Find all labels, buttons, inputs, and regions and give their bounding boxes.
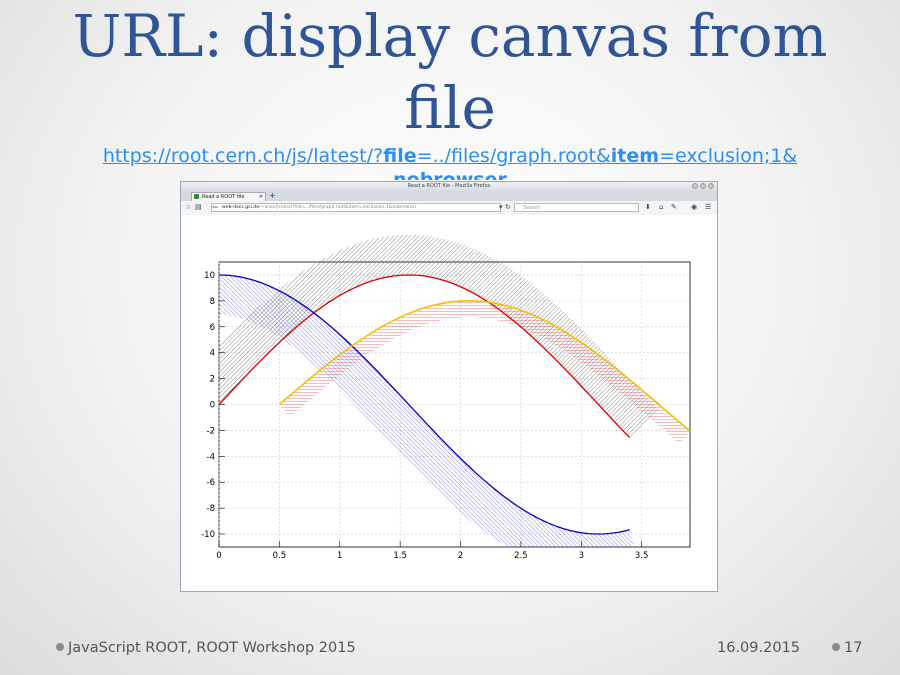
footer-date: 16.09.2015 xyxy=(717,640,801,656)
navigation-toolbar: ☆ ▤ ⇦ web-docs.gsi.de/~linev/js/dev/?fil… xyxy=(181,201,717,216)
slide-title: URL: display canvas from file xyxy=(72,2,828,142)
page-bullet-icon xyxy=(832,643,840,651)
url-host: web-docs.gsi.de xyxy=(222,205,260,210)
browser-titlebar: Read a ROOT file - Mozilla Firefox xyxy=(181,182,717,191)
bookmark-star-icon[interactable]: ☆ xyxy=(185,203,191,212)
y-tick-label: -6 xyxy=(207,478,215,488)
footer-bullet-icon xyxy=(56,643,64,651)
y-tick-label: -2 xyxy=(207,426,215,436)
address-bar[interactable]: web-docs.gsi.de/~linev/js/dev/?file=../f… xyxy=(211,203,501,212)
reload-icon[interactable]: ↻ xyxy=(505,203,511,212)
close-tab-icon[interactable]: ✕ xyxy=(259,193,263,201)
dropdown-icon[interactable]: ▾ xyxy=(499,203,503,212)
close-window-button[interactable] xyxy=(708,183,714,189)
tab-label: Read a ROOT file xyxy=(202,194,245,200)
footer-left: JavaScript ROOT, ROOT Workshop 2015 xyxy=(56,638,356,658)
x-tick-label: 0.5 xyxy=(273,551,287,561)
maximize-button[interactable] xyxy=(700,183,706,189)
browser-screenshot: Read a ROOT file - Mozilla Firefox Read … xyxy=(180,181,718,592)
url-value-item[interactable]: =exclusion;1& xyxy=(659,145,797,167)
tab-bar: Read a ROOT file ✕ + xyxy=(181,191,717,201)
footer-presentation: JavaScript ROOT, ROOT Workshop 2015 xyxy=(68,640,356,656)
y-tick-label: -8 xyxy=(207,504,215,514)
x-tick-label: 2 xyxy=(458,551,463,561)
url-prefix[interactable]: https://root.cern.ch/js/latest/? xyxy=(103,145,383,167)
y-tick-label: 6 xyxy=(210,323,215,333)
minimize-button[interactable] xyxy=(692,183,698,189)
window-title: Read a ROOT file - Mozilla Firefox xyxy=(407,183,491,189)
y-tick-label: 2 xyxy=(210,375,215,385)
y-tick-label: 0 xyxy=(210,401,215,411)
page-content: 0 0.5 1 1.5 2 2.5 3 3.5 -10 -8 -6 -4 -2 0 2 4 6 8 10 xyxy=(181,215,717,591)
x-tick-label: 1 xyxy=(337,551,342,561)
url-value-file[interactable]: =../files/graph.root& xyxy=(417,145,611,167)
favicon-icon xyxy=(194,194,199,199)
reader-icon[interactable]: ▤ xyxy=(195,203,202,212)
y-tick-label: 4 xyxy=(210,349,215,359)
x-tick-label: 0 xyxy=(216,551,221,561)
demo-url-link[interactable]: https://root.cern.ch/js/latest/?file=../… xyxy=(60,144,840,180)
y-tick-label: -10 xyxy=(201,530,215,540)
x-tick-label: 3 xyxy=(579,551,584,561)
home-icon[interactable]: ⌂ xyxy=(659,203,663,212)
search-input[interactable]: Search xyxy=(514,203,639,212)
back-icon[interactable]: ⇦ xyxy=(212,203,218,212)
addon-icon[interactable]: ✎ xyxy=(671,203,677,212)
url-path: /~linev/js/dev/?file=../files/graph.root… xyxy=(259,205,417,210)
page-number: 17 xyxy=(844,640,863,656)
y-tick-label: -4 xyxy=(207,452,215,462)
y-tick-label: 8 xyxy=(210,297,215,307)
extension-icon[interactable]: ◉ xyxy=(691,203,697,212)
graph-canvas[interactable]: 0 0.5 1 1.5 2 2.5 3 3.5 -10 -8 -6 -4 -2 0 2 4 6 8 10 xyxy=(181,215,717,591)
menu-icon[interactable]: ☰ xyxy=(705,203,711,212)
url-key-nobrowser[interactable]: nobrowser xyxy=(393,169,507,180)
x-tick-label: 3.5 xyxy=(635,551,649,561)
download-icon[interactable]: ⬇ xyxy=(645,203,651,212)
url-key-item[interactable]: item xyxy=(611,145,659,167)
new-tab-icon[interactable]: + xyxy=(269,191,276,201)
url-key-file[interactable]: file xyxy=(383,145,416,167)
y-tick-label: 10 xyxy=(204,271,215,281)
footer-page: 17 xyxy=(832,638,862,658)
tab-root-file[interactable]: Read a ROOT file ✕ xyxy=(191,192,266,201)
x-tick-label: 2.5 xyxy=(514,551,528,561)
x-tick-label: 1.5 xyxy=(393,551,407,561)
